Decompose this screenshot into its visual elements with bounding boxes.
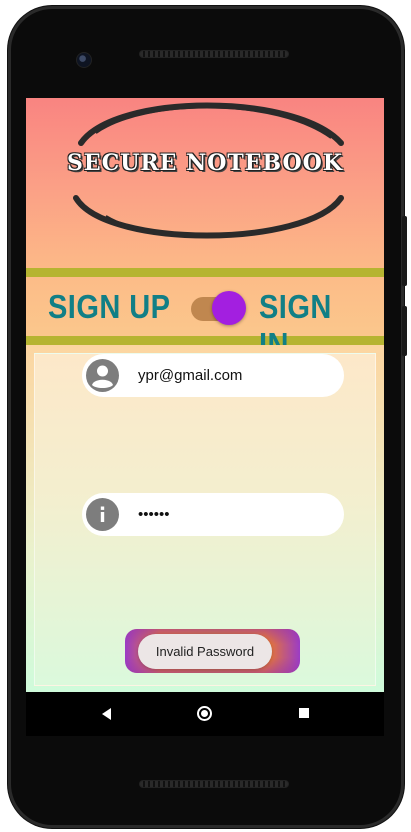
bottom-speaker — [139, 780, 289, 788]
password-field[interactable] — [82, 493, 344, 536]
home-circle-icon[interactable] — [197, 706, 212, 721]
back-triangle-icon[interactable] — [102, 708, 111, 720]
app-header: SECURE NOTEBOOK — [26, 98, 384, 268]
volume-button — [402, 306, 407, 356]
toast-message: Invalid Password — [138, 634, 272, 669]
auth-mode-switch-thumb[interactable] — [212, 291, 246, 325]
recents-square-icon[interactable] — [299, 708, 309, 718]
info-icon — [86, 498, 119, 531]
system-nav-bar — [26, 692, 384, 736]
account-circle-icon — [86, 359, 119, 392]
front-camera — [76, 52, 92, 68]
top-accent-bar — [26, 268, 384, 277]
sign-up-tab[interactable]: SIGN UP — [48, 288, 170, 326]
app-screen: SECURE NOTEBOOK SIGN UP SIGN IN LOGIN In… — [26, 98, 384, 692]
password-input[interactable] — [136, 493, 332, 536]
email-field[interactable] — [82, 354, 344, 397]
app-title: SECURE NOTEBOOK — [67, 150, 343, 176]
top-speaker — [139, 50, 289, 58]
power-button — [402, 216, 407, 286]
email-input[interactable] — [136, 354, 332, 397]
